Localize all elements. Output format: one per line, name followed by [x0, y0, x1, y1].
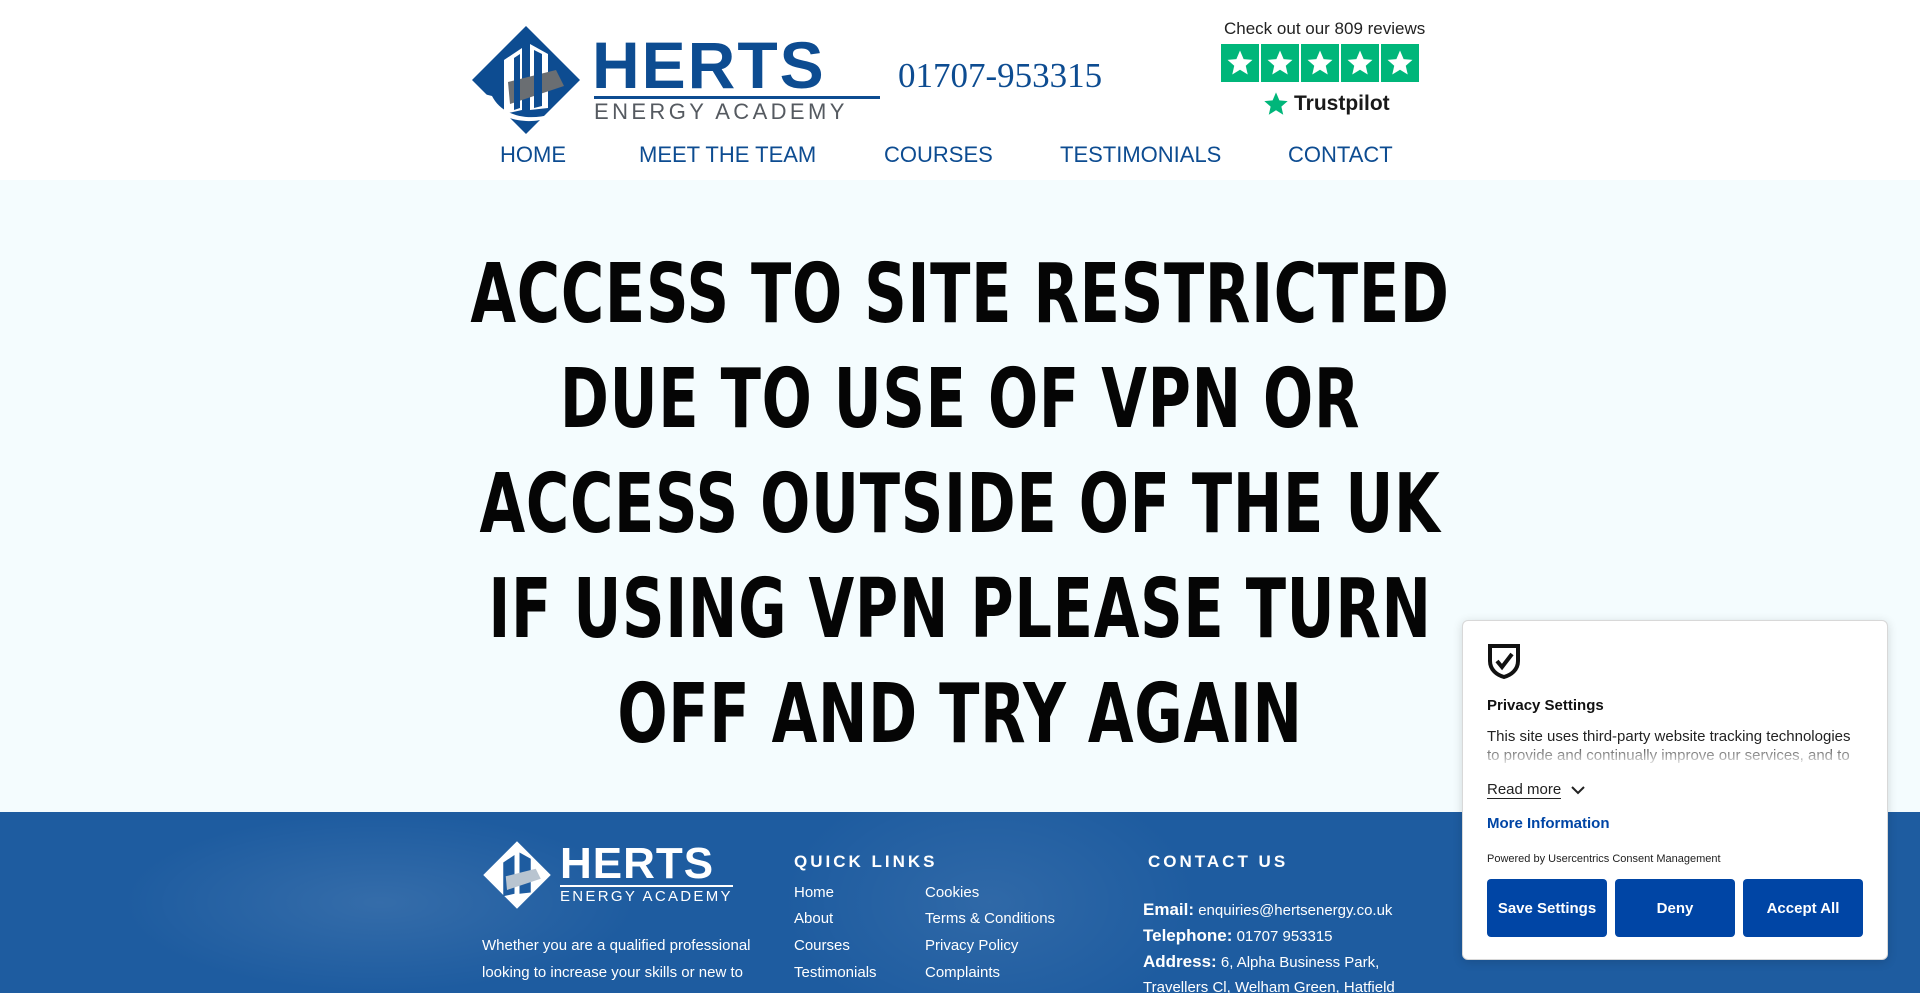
footer-about-text: Whether you are a qualified professional… [482, 937, 751, 981]
star-icon [1381, 44, 1419, 82]
shield-check-icon [1488, 644, 1520, 679]
star-icon [1301, 44, 1339, 82]
trustpilot-reviews-link[interactable]: Check out our 809 reviews [1224, 19, 1425, 39]
herts-logo[interactable]: HERTS ENERGY ACADEMY [470, 24, 880, 136]
more-information-link[interactable]: More Information [1487, 815, 1610, 832]
email-label: Email: [1143, 900, 1195, 919]
accept-all-button[interactable]: Accept All [1743, 879, 1863, 937]
footer-link-courses[interactable]: Courses [794, 937, 850, 954]
site-header: HERTS ENERGY ACADEMY 01707-953315 Check … [0, 0, 1920, 180]
powered-by-text: Powered by Usercentrics Consent Manageme… [1487, 853, 1721, 865]
trustpilot-logo-text: Trustpilot [1294, 92, 1390, 115]
trustpilot-logo[interactable]: Trustpilot [1262, 90, 1390, 118]
restriction-line: ACCESS OUTSIDE OF THE UK [479, 457, 1441, 552]
footer-logo-mark-icon [483, 841, 551, 909]
restriction-line: OFF AND TRY AGAIN [617, 667, 1303, 762]
email-link[interactable]: enquiries@hertsenergy.co.uk [1198, 902, 1392, 919]
herts-logo-mark-icon [472, 26, 580, 134]
restriction-line: ACCESS TO SITE RESTRICTED [470, 247, 1450, 342]
telephone-label: Telephone: [1143, 926, 1233, 945]
read-more-link[interactable]: Read more [1487, 781, 1562, 799]
deny-button[interactable]: Deny [1615, 879, 1735, 937]
trustpilot-star-icon [1264, 92, 1288, 115]
footer-link-privacy-policy[interactable]: Privacy Policy [925, 937, 1018, 954]
privacy-text-fade [1487, 747, 1867, 767]
star-icon [1261, 44, 1299, 82]
footer-link-complaints[interactable]: Complaints [925, 964, 1000, 981]
footer-logo-tagline: ENERGY ACADEMY [560, 885, 733, 905]
footer-logo[interactable]: HERTS ENERGY ACADEMY [482, 840, 742, 912]
footer-link-about[interactable]: About [794, 910, 833, 927]
footer-link-terms[interactable]: Terms & Conditions [925, 910, 1055, 927]
nav-home[interactable]: HOME [500, 142, 566, 168]
star-icon [1341, 44, 1379, 82]
restriction-line: IF USING VPN PLEASE TURN [488, 562, 1432, 657]
nav-contact[interactable]: CONTACT [1288, 142, 1393, 168]
nav-testimonials[interactable]: TESTIMONIALS [1060, 142, 1221, 168]
privacy-title: Privacy Settings [1487, 697, 1604, 714]
footer-link-testimonials[interactable]: Testimonials [794, 964, 877, 981]
restriction-line: DUE TO USE OF VPN OR [559, 352, 1361, 447]
logo-wordmark: HERTS [592, 28, 826, 102]
footer-address-line2: Travellers Cl, Welham Green, Hatfield [1143, 979, 1395, 993]
address-label: Address: [1143, 952, 1217, 971]
footer-address: Address: 6, Alpha Business Park, [1143, 952, 1379, 972]
header-phone[interactable]: 01707-953315 [898, 56, 1102, 96]
save-settings-button[interactable]: Save Settings [1487, 879, 1607, 937]
footer-link-home[interactable]: Home [794, 884, 834, 901]
address-line: 6, Alpha Business Park, [1220, 954, 1380, 971]
restriction-message: ACCESS TO SITE RESTRICTED DUE TO USE OF … [269, 242, 1651, 767]
logo-tagline: ENERGY ACADEMY [594, 96, 880, 123]
nav-courses[interactable]: COURSES [884, 142, 993, 168]
trustpilot-stars[interactable] [1221, 44, 1419, 82]
nav-meet-the-team[interactable]: MEET THE TEAM [639, 142, 816, 168]
footer-email: Email: enquiries@hertsenergy.co.uk [1143, 900, 1392, 920]
footer-link-cookies[interactable]: Cookies [925, 884, 979, 901]
telephone-link[interactable]: 01707 953315 [1237, 928, 1333, 945]
contact-us-heading: CONTACT US [1148, 852, 1289, 871]
chevron-down-icon[interactable] [1569, 781, 1587, 799]
privacy-settings-panel: Privacy Settings This site uses third-pa… [1462, 620, 1888, 960]
footer-logo-wordmark: HERTS [560, 839, 715, 888]
footer-telephone: Telephone: 01707 953315 [1143, 926, 1333, 946]
star-icon [1221, 44, 1259, 82]
quick-links-heading: QUICK LINKS [794, 852, 938, 871]
